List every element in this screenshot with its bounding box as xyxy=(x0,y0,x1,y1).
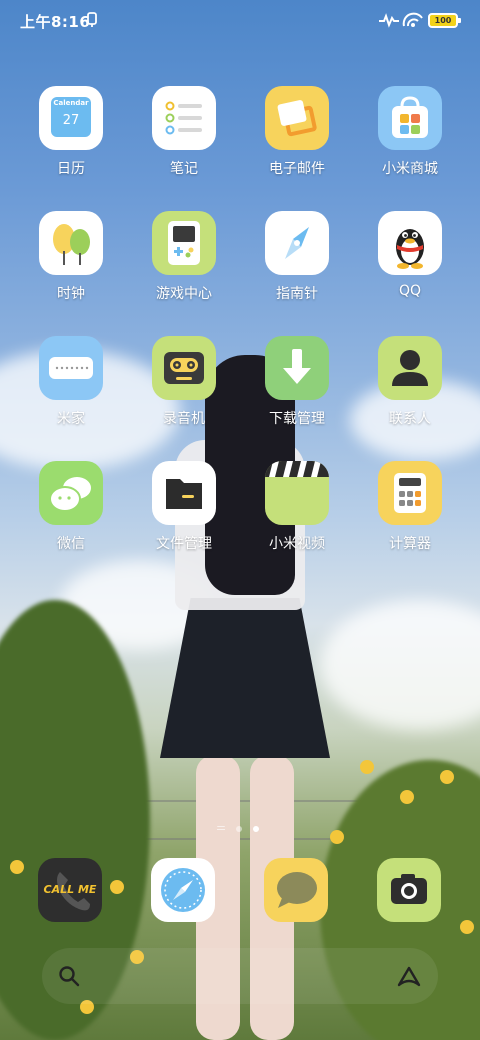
app-calendar[interactable]: Calendar 27 日历 xyxy=(21,86,121,178)
app-label: 日历 xyxy=(57,161,85,177)
app-label: 文件管理 xyxy=(156,536,212,552)
battery-icon: 100 xyxy=(428,13,461,28)
app-label: 录音机 xyxy=(163,411,205,427)
status-time: 上午8:16 xyxy=(20,13,91,31)
call-me-label: CALL ME xyxy=(43,883,97,896)
app-calculator[interactable]: 计算器 xyxy=(360,461,460,553)
app-label: 笔记 xyxy=(170,161,198,177)
qq-penguin-icon xyxy=(378,211,442,275)
app-label: QQ xyxy=(398,283,422,299)
app-mi-video[interactable]: 小米视频 xyxy=(247,461,347,553)
app-label: 小米商城 xyxy=(382,161,438,177)
camera-icon xyxy=(391,874,427,904)
status-bar: 上午8:16 100 xyxy=(0,0,480,42)
game-center-icon xyxy=(152,211,216,275)
app-wechat[interactable]: 微信 xyxy=(21,461,121,553)
search-icon[interactable] xyxy=(58,965,80,991)
wechat-icon xyxy=(39,461,103,525)
app-label: 下载管理 xyxy=(269,411,325,427)
page-dot xyxy=(217,826,225,832)
clock-icon xyxy=(39,211,103,275)
app-email[interactable]: 电子邮件 xyxy=(247,86,347,178)
wifi-icon xyxy=(402,12,424,32)
app-notes[interactable]: 笔记 xyxy=(134,86,234,178)
page-dot-active xyxy=(253,826,259,832)
storage-icon xyxy=(86,12,98,32)
app-mi-store[interactable]: 小米商城 xyxy=(360,86,460,178)
email-icon xyxy=(265,86,329,150)
app-label: 指南针 xyxy=(276,286,318,302)
dock-phone[interactable]: CALL ME xyxy=(38,858,102,922)
app-label: 微信 xyxy=(57,536,85,552)
recorder-icon xyxy=(152,336,216,400)
app-download-manager[interactable]: 下载管理 xyxy=(247,336,347,428)
message-bubble-icon xyxy=(277,872,317,908)
app-label: 米家 xyxy=(57,411,85,427)
contacts-icon xyxy=(378,336,442,400)
app-label: 小米视频 xyxy=(269,536,325,552)
app-qq[interactable]: QQ xyxy=(360,211,460,299)
clapperboard-icon xyxy=(265,461,329,525)
app-label: 计算器 xyxy=(389,536,431,552)
app-game-center[interactable]: 游戏中心 xyxy=(134,211,234,303)
activity-icon xyxy=(378,12,400,32)
folder-icon xyxy=(152,461,216,525)
mijia-icon xyxy=(39,336,103,400)
calculator-icon xyxy=(378,461,442,525)
app-compass[interactable]: 指南针 xyxy=(247,211,347,303)
dock-messages[interactable] xyxy=(264,858,328,922)
app-mijia[interactable]: 米家 xyxy=(21,336,121,428)
mi-store-icon xyxy=(378,86,442,150)
app-contacts[interactable]: 联系人 xyxy=(360,336,460,428)
xiaoai-assistant-icon[interactable] xyxy=(396,965,422,991)
app-recorder[interactable]: 录音机 xyxy=(134,336,234,428)
page-indicator[interactable] xyxy=(217,824,263,834)
search-bar[interactable] xyxy=(42,948,438,1004)
dock-browser[interactable] xyxy=(151,858,215,922)
compass-browser-icon xyxy=(161,868,205,912)
app-file-manager[interactable]: 文件管理 xyxy=(134,461,234,553)
app-label: 联系人 xyxy=(389,411,431,427)
notes-icon xyxy=(152,86,216,150)
dock-camera[interactable] xyxy=(377,858,441,922)
calendar-month-label: Calendar xyxy=(53,99,89,107)
app-label: 电子邮件 xyxy=(269,161,325,177)
calendar-day-label: 27 xyxy=(62,113,80,128)
app-label: 游戏中心 xyxy=(156,286,212,302)
download-icon xyxy=(265,336,329,400)
page-dot xyxy=(236,826,242,832)
calendar-icon: Calendar 27 xyxy=(39,86,103,150)
app-label: 时钟 xyxy=(57,286,85,302)
compass-icon xyxy=(265,211,329,275)
app-clock[interactable]: 时钟 xyxy=(21,211,121,303)
